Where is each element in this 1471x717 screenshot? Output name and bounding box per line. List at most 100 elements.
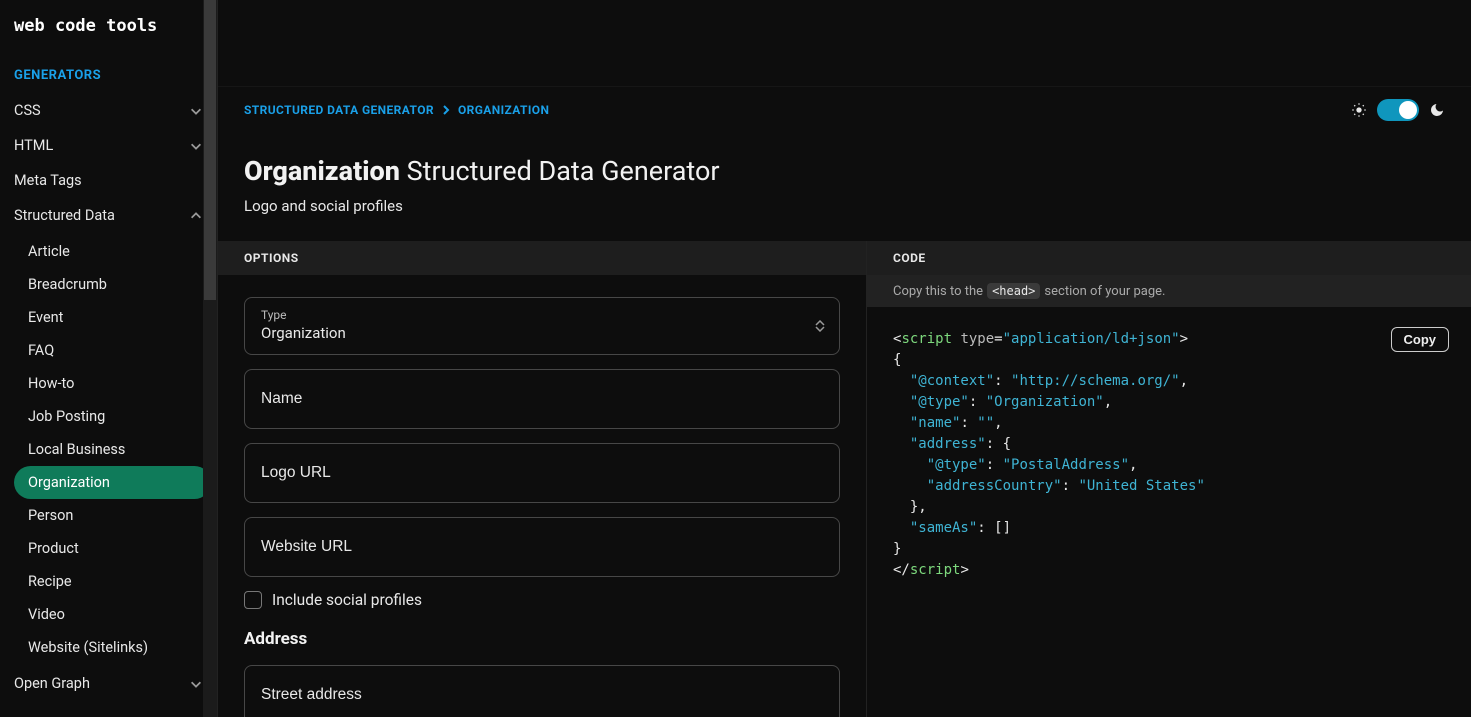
sidebar-item-event[interactable]: Event xyxy=(14,301,211,334)
website-url-input[interactable] xyxy=(261,532,823,562)
page-header: Organization Structured Data Generator L… xyxy=(218,133,1471,241)
street-address-input[interactable] xyxy=(261,680,823,710)
sidebar-item-recipe[interactable]: Recipe xyxy=(14,565,211,598)
sidebar-item-website-sitelinks-[interactable]: Website (Sitelinks) xyxy=(14,631,211,664)
sidebar-scrollbar-thumb[interactable] xyxy=(204,0,216,300)
code-token: "address" xyxy=(910,436,986,452)
sidebar: web code tools GENERATORS CSS HTML Meta … xyxy=(0,0,218,717)
ad-placeholder xyxy=(218,0,1471,86)
logo-url-field[interactable] xyxy=(244,443,840,503)
sidebar-group-html[interactable]: HTML xyxy=(0,128,217,163)
options-panel-head: OPTIONS xyxy=(218,241,866,275)
breadcrumb: STRUCTURED DATA GENERATOR ORGANIZATION xyxy=(244,103,549,117)
chevron-up-icon xyxy=(189,209,203,223)
chevron-right-icon xyxy=(442,105,450,115)
main: STRUCTURED DATA GENERATOR ORGANIZATION O… xyxy=(218,0,1471,717)
sidebar-group-structured-data[interactable]: Structured Data xyxy=(0,198,217,233)
options-panel: OPTIONS Type Organization xyxy=(218,241,867,717)
sidebar-group-label: Structured Data xyxy=(14,207,115,224)
social-checkbox-label: Include social profiles xyxy=(272,591,422,609)
sidebar-scrollbar-track[interactable] xyxy=(203,0,217,717)
type-select-value: Organization xyxy=(261,324,823,342)
sidebar-group-css[interactable]: CSS xyxy=(0,93,217,128)
sidebar-item-article[interactable]: Article xyxy=(14,235,211,268)
type-select[interactable]: Type Organization xyxy=(244,297,840,355)
panels: OPTIONS Type Organization xyxy=(218,241,1471,717)
page-title: Organization Structured Data Generator xyxy=(244,155,1445,187)
select-chevron-icon xyxy=(815,320,825,332)
sidebar-item-breadcrumb[interactable]: Breadcrumb xyxy=(14,268,211,301)
chevron-down-icon xyxy=(189,139,203,153)
brand-logo[interactable]: web code tools xyxy=(0,0,217,60)
code-token: "@type" xyxy=(910,394,969,410)
chevron-down-icon xyxy=(189,677,203,691)
code-token: { xyxy=(893,352,901,368)
logo-url-input[interactable] xyxy=(261,458,823,488)
breadcrumb-item[interactable]: STRUCTURED DATA GENERATOR xyxy=(244,103,434,117)
breadcrumb-item[interactable]: ORGANIZATION xyxy=(458,103,549,117)
code-token: "@type" xyxy=(927,457,986,473)
sidebar-item-job-posting[interactable]: Job Posting xyxy=(14,400,211,433)
code-token: "Organization" xyxy=(986,394,1104,410)
code-hint-post: section of your page. xyxy=(1044,284,1165,299)
code-token: "PostalAddress" xyxy=(1003,457,1129,473)
sidebar-item-how-to[interactable]: How-to xyxy=(14,367,211,400)
code-token: "" xyxy=(977,415,994,431)
sidebar-group-metatags[interactable]: Meta Tags xyxy=(0,163,217,198)
sidebar-group-label: HTML xyxy=(14,137,53,154)
sidebar-group-opengraph[interactable]: Open Graph xyxy=(0,666,217,701)
code-token: script xyxy=(901,331,952,347)
code-hint-pre: Copy this to the xyxy=(893,284,983,299)
code-token: "name" xyxy=(910,415,961,431)
sidebar-scroll: web code tools GENERATORS CSS HTML Meta … xyxy=(0,0,217,717)
code-token: = xyxy=(994,331,1002,347)
switch-knob xyxy=(1399,101,1417,119)
sidebar-sub-structured-data: ArticleBreadcrumbEventFAQHow-toJob Posti… xyxy=(0,233,217,666)
social-checkbox[interactable] xyxy=(244,591,262,609)
page-subtitle: Logo and social profiles xyxy=(244,197,1445,215)
sidebar-item-video[interactable]: Video xyxy=(14,598,211,631)
sidebar-item-local-business[interactable]: Local Business xyxy=(14,433,211,466)
code-hint-tag: <head> xyxy=(987,283,1040,299)
code-panel: CODE Copy this to the <head> section of … xyxy=(867,241,1471,717)
code-panel-head: CODE xyxy=(867,241,1471,275)
address-heading: Address xyxy=(244,629,840,649)
topbar: STRUCTURED DATA GENERATOR ORGANIZATION xyxy=(218,86,1471,133)
sidebar-group-label: Open Graph xyxy=(14,675,90,692)
code-token: > xyxy=(1180,331,1188,347)
sidebar-item-product[interactable]: Product xyxy=(14,532,211,565)
copy-button[interactable]: Copy xyxy=(1391,327,1450,352)
code-token: "sameAs" xyxy=(910,520,977,536)
sun-icon xyxy=(1351,102,1367,118)
code-pre: <script type="application/ld+json"> { "@… xyxy=(893,329,1445,581)
sidebar-item-person[interactable]: Person xyxy=(14,499,211,532)
name-field[interactable] xyxy=(244,369,840,429)
code-token: script xyxy=(910,562,961,578)
social-checkbox-row[interactable]: Include social profiles xyxy=(244,591,840,609)
page-title-rest: Structured Data Generator xyxy=(400,155,720,187)
street-address-field[interactable] xyxy=(244,665,840,717)
code-token: "addressCountry" xyxy=(927,478,1062,494)
code-panel-hint: Copy this to the <head> section of your … xyxy=(867,275,1471,307)
theme-switch[interactable] xyxy=(1377,99,1419,121)
code-token: "United States" xyxy=(1078,478,1204,494)
chevron-down-icon xyxy=(189,104,203,118)
moon-icon xyxy=(1429,102,1445,118)
name-input[interactable] xyxy=(261,384,823,414)
app-root: web code tools GENERATORS CSS HTML Meta … xyxy=(0,0,1471,717)
sidebar-section-label: GENERATORS xyxy=(0,60,217,93)
sidebar-item-faq[interactable]: FAQ xyxy=(14,334,211,367)
code-token: "@context" xyxy=(910,373,994,389)
code-output: Copy <script type="application/ld+json">… xyxy=(867,307,1471,603)
sidebar-item-organization[interactable]: Organization xyxy=(14,466,211,499)
code-token: "http://schema.org/" xyxy=(1011,373,1180,389)
code-token: "application/ld+json" xyxy=(1003,331,1180,347)
website-url-field[interactable] xyxy=(244,517,840,577)
theme-toggle xyxy=(1351,99,1445,121)
sidebar-group-label: CSS xyxy=(14,102,41,119)
page-title-bold: Organization xyxy=(244,155,400,187)
options-panel-body: Type Organization xyxy=(218,275,866,717)
sidebar-group-label: Meta Tags xyxy=(14,172,82,189)
code-token: type xyxy=(952,331,994,347)
type-select-label: Type xyxy=(261,308,823,322)
